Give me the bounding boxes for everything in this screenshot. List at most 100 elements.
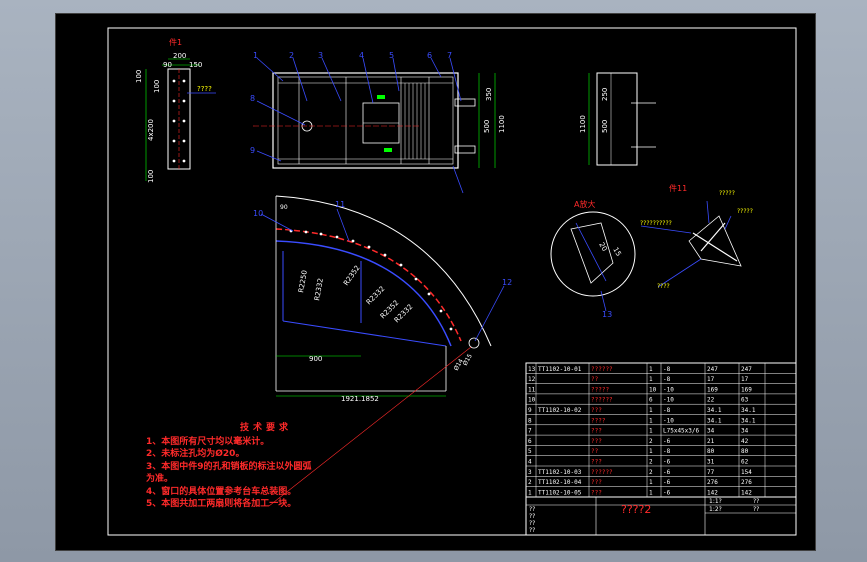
main-dim-350: 350 [485, 88, 493, 101]
part1-title: 件1 [169, 37, 182, 47]
bom-cell: 142 [741, 489, 752, 496]
bom-cell: 63 [741, 397, 749, 404]
bom-cell: TT1102-10-04 [538, 479, 582, 486]
bom-cell: 62 [741, 459, 749, 466]
title-cell: 1:1? [709, 498, 722, 505]
bom-cell: 1 [649, 489, 653, 496]
bom-cell: ??? [591, 489, 602, 496]
title-label: ?? [529, 527, 535, 534]
bom-cell: 22 [707, 397, 715, 404]
callout-8: 8 [250, 94, 255, 103]
part11-note-1: ????? [719, 190, 735, 197]
bom-cell: 142 [707, 489, 718, 496]
bom-cell: ??? [591, 479, 602, 486]
callout-6: 6 [427, 51, 432, 60]
bom-cell: 13 [528, 366, 536, 373]
bom-cell: 10 [528, 397, 536, 404]
bom-cell: 6 [528, 438, 532, 445]
bom-cell: ??? [591, 407, 602, 414]
title-cell: ?? [753, 498, 759, 505]
side-dim-1100: 1100 [579, 115, 587, 133]
dim-200: 200 [173, 52, 186, 60]
bom-cell: 247 [741, 366, 752, 373]
title-block: ????2 1:1? ?? 1:2??????????? [526, 496, 796, 535]
bom-cell: TT1102-10-05 [538, 489, 582, 496]
bom-cell: -10 [663, 386, 674, 393]
tech-item-4: 为准。 [146, 474, 174, 484]
title-label: ?? [529, 513, 535, 520]
bom-cell: 34.1 [741, 417, 756, 424]
bom-cell: -8 [663, 376, 671, 383]
bom-cell: 247 [707, 366, 718, 373]
bom-cell: 1 [528, 489, 532, 496]
dim-1921: 1921.1852 [341, 395, 379, 403]
title-cell: 1:2? [709, 506, 722, 513]
dim-r2352-a: R2352 [342, 264, 362, 287]
tech-requirements-title: 技术要求 [239, 423, 292, 433]
bom-cell: 1 [649, 407, 653, 414]
bom-cell: 7 [528, 428, 532, 435]
bom-cell: 6 [649, 397, 653, 404]
main-view: 1 2 3 4 5 6 7 8 9 350 500 1100 [250, 51, 506, 194]
bom-cell: 34 [707, 428, 715, 435]
callout-12: 12 [502, 278, 512, 287]
tech-item-6: 5、本图共加工两扇则将各加工一块。 [146, 499, 297, 509]
bom-cell: 11 [528, 386, 536, 393]
dim-r2250: R2250 [297, 270, 309, 294]
main-outline [272, 72, 459, 169]
bom-cell: ?? [591, 376, 599, 383]
bom-cell: ?????? [591, 469, 613, 476]
dim-100-bottom: 100 [147, 170, 155, 183]
callout-5: 5 [389, 51, 394, 60]
bom-cell: -6 [663, 469, 671, 476]
callout-2: 2 [289, 51, 294, 60]
detail-a-view: A放大 20 15 13 [550, 199, 636, 319]
drawing-title: ????2 [621, 503, 651, 516]
callout-13: 13 [602, 310, 612, 319]
part11-note-4: ???? [657, 283, 670, 290]
dim-100-second: 100 [153, 80, 161, 93]
bom-cell: 2 [649, 469, 653, 476]
dim-90: 90 [163, 61, 172, 69]
bom-cell: 17 [741, 376, 749, 383]
dim-4x200: 4x200 [147, 119, 155, 141]
bom-cell: 3 [528, 469, 532, 476]
callout-4: 4 [359, 51, 364, 60]
bom-cell: 1 [649, 448, 653, 455]
bom-cell: ???? [591, 417, 606, 424]
part1-note: ???? [197, 85, 212, 93]
dim-150: 150 [189, 61, 202, 69]
callout-7: 7 [447, 51, 452, 60]
tech-item-2: 2、未标注孔均为Ø20。 [146, 449, 245, 459]
bom-cell: 12 [528, 376, 536, 383]
bom-cell: 276 [707, 479, 718, 486]
bom-cell: TT1102-10-03 [538, 469, 582, 476]
part1-view: 件1 200 90 150 100 100 4x200 100 ???? [135, 37, 216, 183]
tech-item-3: 3、本图中件9的孔和销板的标注以外圆弧 [146, 461, 312, 472]
bom-cell: 9 [528, 407, 532, 414]
bom-cell: 1 [649, 376, 653, 383]
title-label: ?? [529, 520, 535, 527]
bom-cell: TT1102-10-02 [538, 407, 582, 414]
callout-9: 9 [250, 146, 255, 155]
bom-cell: ?????? [591, 397, 613, 404]
main-dim-1100: 1100 [498, 115, 506, 133]
bom-cell: ??? [591, 438, 602, 445]
bom-cell: 2 [528, 479, 532, 486]
bom-cell: 17 [707, 376, 715, 383]
side-dim-250: 250 [601, 88, 609, 101]
side-view: 250 500 1100 [579, 72, 656, 166]
detail-dim-15: 15 [611, 246, 622, 258]
bom-cell: 1 [649, 428, 653, 435]
bom-cell: 77 [707, 469, 715, 476]
bom-cell: -6 [663, 489, 671, 496]
bom-cell: ?? [591, 448, 599, 455]
bom-cell: 169 [741, 386, 752, 393]
bom-cell: 21 [707, 438, 715, 445]
bom-cell: L75x45x3/6 [663, 428, 700, 435]
callout-10: 10 [253, 209, 263, 218]
bom-cell: 31 [707, 459, 715, 466]
part11-note-2: ????? [737, 208, 753, 215]
tech-item-5: 4、窗口的具体位置参考台车总装图。 [146, 486, 297, 497]
detail-a-title: A放大 [574, 199, 595, 209]
